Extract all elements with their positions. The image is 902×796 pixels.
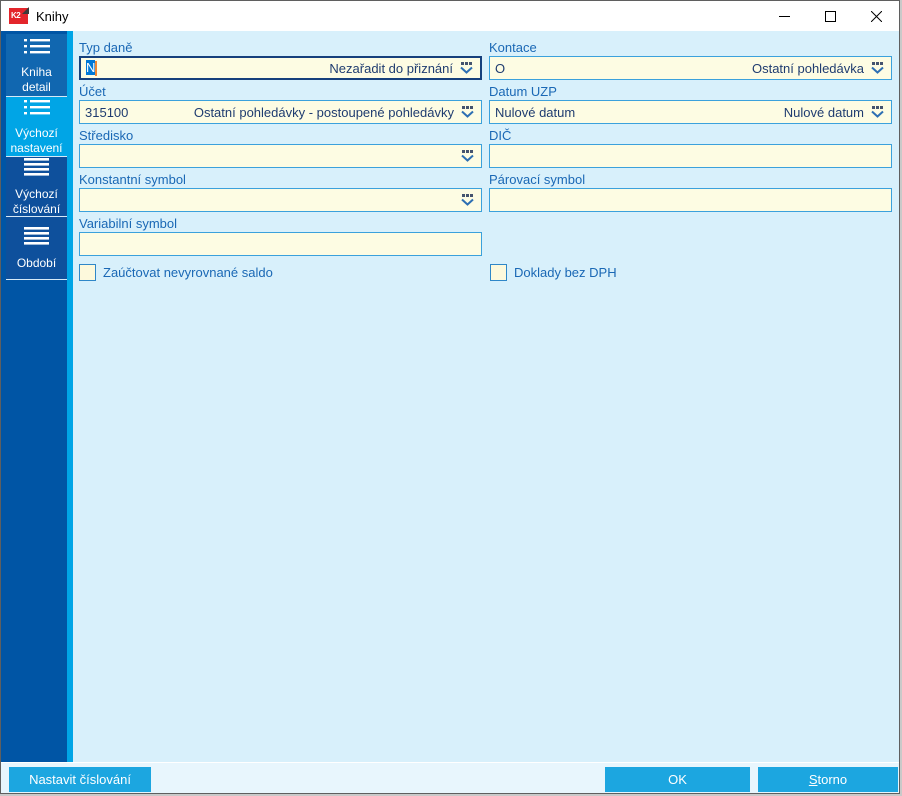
sidebar-item-label: Výchozí číslování [12,187,61,216]
datum-uzp-label: Datum UZP [489,84,557,99]
kontace-label: Kontace [489,40,537,55]
sidebar-item-kniha-detail[interactable]: Kniha detail [6,34,67,97]
kontace-field[interactable]: O Ostatní pohledávka [489,56,892,80]
datum-uzp-descriptor: Nulové datum [783,104,864,120]
window-controls [761,1,899,31]
typ-dane-descriptor: Nezařadit do přiznání [329,60,453,76]
form-content: Typ daně N Nezařadit do přiznání Kontace… [73,31,899,764]
ucet-descriptor: Ostatní pohledávky - postoupené pohledáv… [193,104,454,120]
zauctovat-saldo-label: Zaúčtovat nevyrovnané saldo [103,265,273,280]
sidebar: Kniha detail Výchozí nastavení Výchozí č… [1,31,67,764]
parovaci-symbol-label: Párovací symbol [489,172,586,187]
typ-dane-label: Typ daně [79,40,133,55]
sidebar-item-vychozi-nastaveni[interactable]: Výchozí nastavení [6,97,67,157]
kontace-value: O [495,60,506,76]
dic-label: DIČ [489,128,512,143]
list-detail-icon [23,38,50,59]
dic-field[interactable] [489,144,892,168]
sidebar-item-vychozi-cislovani[interactable]: Výchozí číslování [6,157,67,217]
footer-bar: Nastavit číslování OK Storno [1,762,899,793]
knihy-window: K2 Knihy Kniha detail Výchozí nastavení … [0,0,900,794]
sidebar-item-label: Výchozí nastavení [10,126,63,155]
dropdown-icon[interactable] [869,61,886,75]
dialog-body: Kniha detail Výchozí nastavení Výchozí č… [1,31,899,764]
variabilni-symbol-label: Variabilní symbol [79,216,178,231]
close-icon [870,10,882,22]
minimize-button[interactable] [761,1,807,31]
dropdown-icon[interactable] [459,105,476,119]
menu-lines-icon [24,158,49,181]
kontace-descriptor: Ostatní pohledávka [751,60,864,76]
window-title: Knihy [36,8,69,24]
dropdown-icon[interactable] [869,105,886,119]
stredisko-label: Středisko [79,128,134,143]
zauctovat-saldo-checkline: Zaúčtovat nevyrovnané saldo [79,264,273,281]
minimize-icon [778,15,790,17]
konstantni-symbol-label: Konstantní symbol [79,172,186,187]
sidebar-item-obdobi[interactable]: Období [6,217,67,280]
parovaci-symbol-field[interactable] [489,188,892,212]
doklady-bez-dph-label: Doklady bez DPH [514,265,617,280]
variabilni-symbol-field[interactable] [79,232,482,256]
datum-uzp-value: Nulové datum [495,104,576,120]
sidebar-item-label: Kniha detail [21,64,52,94]
doklady-bez-dph-checkline: Doklady bez DPH [490,264,617,281]
k2-logo-icon: K2 [9,7,29,24]
nastavit-cislovani-button[interactable]: Nastavit číslování [9,767,151,792]
dropdown-icon[interactable] [459,193,476,207]
ucet-field[interactable]: 315100 Ostatní pohledávky - postoupené p… [79,100,482,124]
sidebar-item-label: Období [16,256,57,270]
ucet-value: 315100 [85,104,129,120]
typ-dane-value: N [86,59,98,77]
konstantni-symbol-field[interactable] [79,188,482,212]
maximize-icon [824,10,836,22]
k2-logo-text: K2 [11,11,21,20]
list-detail-icon [23,99,50,120]
maximize-button[interactable] [807,1,853,31]
ok-button[interactable]: OK [605,767,750,792]
dropdown-icon[interactable] [458,61,475,75]
titlebar: K2 Knihy [1,1,899,31]
text-caret [95,61,98,77]
zauctovat-saldo-checkbox[interactable] [79,264,96,281]
close-button[interactable] [853,1,899,31]
menu-lines-icon [24,227,49,250]
ucet-label: Účet [79,84,106,99]
doklady-bez-dph-checkbox[interactable] [490,264,507,281]
stredisko-field[interactable] [79,144,482,168]
datum-uzp-field[interactable]: Nulové datum Nulové datum [489,100,892,124]
typ-dane-field[interactable]: N Nezařadit do přiznání [79,56,482,80]
dropdown-icon[interactable] [459,149,476,163]
storno-button[interactable]: Storno [758,767,898,792]
